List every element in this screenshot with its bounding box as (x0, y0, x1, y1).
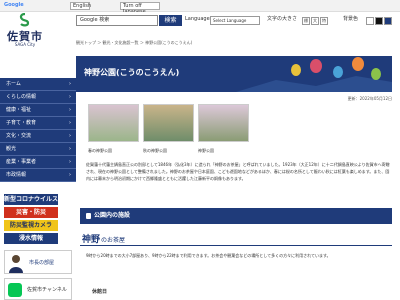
sidebar-item-living[interactable]: くらしの情報 › (0, 91, 76, 104)
subsection-heading: 神野のお茶屋 (80, 234, 392, 246)
photo-spring[interactable] (88, 104, 139, 142)
mayor-room-label: 市長の部屋 (29, 260, 55, 266)
chevron-right-icon: › (69, 81, 71, 87)
section-heading: 公園内の施設 (80, 208, 392, 224)
subsection-prefix: 神野 (82, 235, 101, 245)
chevron-right-icon: › (69, 172, 71, 178)
site-logo[interactable]: 佐賀市 SAGA City (6, 13, 44, 51)
sidebar-item-label: 産業・事業者 (6, 159, 37, 165)
closed-days-label: 休館日 (92, 289, 108, 295)
banner-flood[interactable]: 浸水情報 (4, 233, 58, 244)
caption-autumn: 秋の神野公園 (143, 148, 167, 153)
mayor-avatar-icon (9, 255, 23, 273)
photo-autumn[interactable] (143, 104, 194, 142)
chevron-right-icon: › (69, 94, 71, 100)
language-toggle[interactable]: Turn off Japanese (120, 2, 160, 15)
sidebar-item-label: くらしの情報 (6, 94, 37, 100)
subsection-title: のお茶屋 (101, 237, 126, 244)
photo-park[interactable] (198, 104, 249, 142)
search-button[interactable]: 検索 (159, 15, 182, 26)
banner-disaster[interactable]: 災害・防災 (4, 207, 58, 218)
description-text: 佐賀藩十代藩主鍋島直正公の別邸として1846年（弘化3年）に造られ「神野のお茶屋… (86, 162, 390, 181)
facility-description: 9時から20時までの大小7部屋あり、9時から22時まで利用できます。お茶会や観葉… (86, 253, 331, 258)
color-black-button[interactable] (375, 17, 383, 25)
chevron-right-icon: › (69, 120, 71, 126)
sidebar-item-home[interactable]: ホーム › (0, 78, 76, 91)
language-select[interactable]: Select Language (210, 16, 260, 25)
font-size-label: 文字の大きさ (267, 16, 298, 22)
color-white-button[interactable] (366, 17, 374, 25)
sidebar-item-tourism[interactable]: 観光 › (0, 143, 76, 156)
sidebar-item-label: 子育て・教育 (6, 120, 37, 126)
font-size-standard[interactable]: 標 (302, 17, 310, 25)
caption-spring: 春の神野公園 (88, 148, 112, 153)
mayor-room-link[interactable]: 市長の部屋 (4, 250, 72, 274)
sidebar-item-label: ホーム (6, 81, 21, 87)
page-title: 神野公園(こうのこうえん) (84, 68, 180, 77)
sidebar-item-education[interactable]: 子育て・教育 › (0, 117, 76, 130)
saga-logo-icon (19, 13, 30, 27)
language-current[interactable]: English (70, 2, 91, 10)
updated-date: 更新：2022年05月12日 (347, 96, 392, 101)
page-title-banner: 神野公園(こうのこうえん) (76, 56, 392, 92)
line-channel-link[interactable]: 佐賀市チャンネル (4, 278, 72, 300)
color-blue-button[interactable] (384, 17, 392, 25)
google-logo: Google (4, 2, 24, 8)
line-channel-label: 佐賀市チャンネル (27, 287, 67, 293)
sidebar-item-culture[interactable]: 文化・交流 › (0, 130, 76, 143)
font-size-xlarge[interactable]: 特 (320, 17, 328, 25)
logo-text-en: SAGA City (14, 42, 36, 47)
banner-camera[interactable]: 防災監視カメラ (4, 220, 58, 231)
chevron-right-icon: › (69, 146, 71, 152)
sidebar-item-health[interactable]: 健康・福祉 › (0, 104, 76, 117)
line-icon (8, 283, 22, 297)
language-label: Language (185, 16, 210, 22)
banner-covid[interactable]: 新型コロナウイルス (4, 194, 58, 205)
search-input[interactable]: Google 検索 (76, 15, 158, 26)
caption-park: 神野公園 (198, 148, 214, 153)
sidebar-item-city-info[interactable]: 市政情報 › (0, 169, 76, 182)
chevron-right-icon: › (69, 107, 71, 113)
chevron-right-icon: › (69, 133, 71, 139)
top-utility-bar: Google English Turn off Japanese (0, 0, 400, 15)
color-label: 背景色 (343, 16, 359, 22)
sidebar-item-industry[interactable]: 産業・事業者 › (0, 156, 76, 169)
sidebar-item-label: 市政情報 (6, 172, 27, 178)
sidebar-item-label: 観光 (6, 146, 17, 152)
sidebar-item-label: 文化・交流 (6, 133, 32, 139)
breadcrumb[interactable]: 観光トップ ＞ 観光・文化施設一覧 ＞ 神野公園(こうのこうえん) (76, 40, 192, 46)
sidebar-item-label: 健康・福祉 (6, 107, 32, 113)
chevron-right-icon: › (69, 159, 71, 165)
font-size-large[interactable]: 大 (311, 17, 319, 25)
